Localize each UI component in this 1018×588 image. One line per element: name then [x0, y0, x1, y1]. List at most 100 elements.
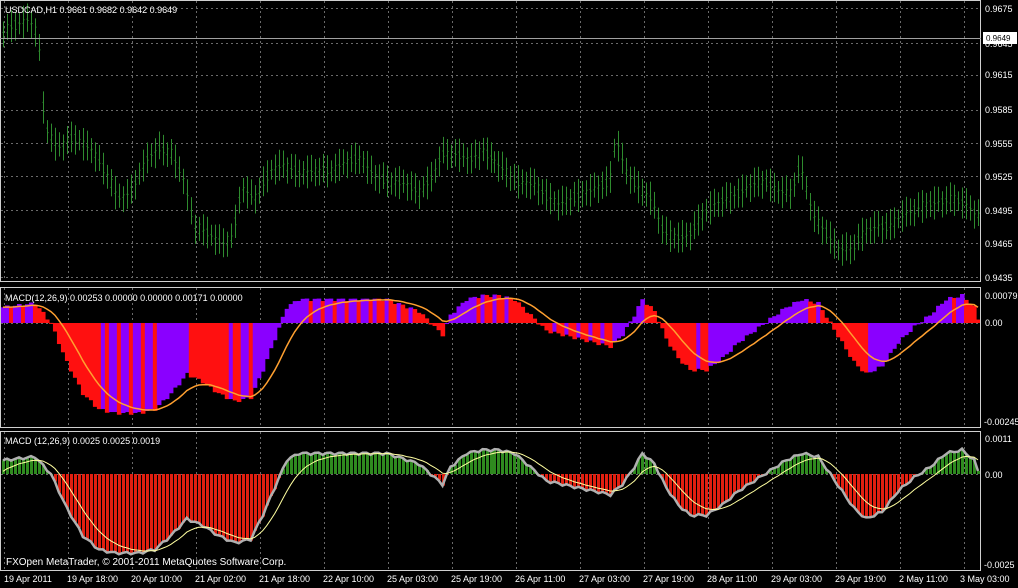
macd1-histogram-bar [596, 323, 601, 346]
macd1-pane-header: MACD(12,26,9) 0.00253 0.00000 0.00000 0.… [5, 293, 243, 303]
macd2-histogram-bar [18, 457, 21, 474]
macd2-histogram-bar [713, 474, 716, 511]
macd2-histogram-bar [797, 455, 800, 474]
macd2-histogram-bar [206, 474, 209, 528]
macd1-histogram-bar [660, 323, 665, 329]
macd2-histogram-bar [805, 452, 808, 474]
macd2-histogram-bar [174, 474, 177, 531]
macd2-histogram-bar [581, 474, 584, 489]
macd1-histogram-bar [324, 298, 330, 323]
macd2-histogram-bar [478, 452, 481, 474]
macd1-histogram-bar [420, 314, 426, 323]
macd2-histogram-bar [410, 460, 413, 474]
chart-window[interactable]: 0.9649 USDCAD,H1 0.9661 0.9682 0.9642 0.… [0, 0, 1018, 588]
macd1-histogram-bar [820, 310, 825, 323]
macd2-histogram-bar [214, 474, 217, 535]
price-tick: 0.9645 [985, 39, 1013, 49]
macd2-histogram-bar [869, 474, 872, 518]
macd1-histogram-bar [628, 321, 633, 323]
macd1-histogram-bar [636, 306, 641, 323]
macd1-histogram-bar [880, 323, 885, 367]
macd1-histogram-bar [428, 323, 434, 325]
macd1-histogram-bar [92, 323, 98, 407]
macd1-histogram-bar [900, 323, 905, 338]
macd2-histogram-bar [350, 452, 353, 474]
time-tick: 3 May 03:00 [960, 574, 1010, 584]
macd1-histogram-bar [764, 323, 769, 324]
macd1-histogram-bar [604, 323, 609, 346]
macd2-histogram-bar [306, 452, 309, 474]
macd2-histogram-bar [182, 474, 185, 523]
price-tick: 0.9615 [985, 70, 1013, 80]
macd1-histogram-bar [652, 311, 657, 323]
macd1-histogram-bar [204, 323, 210, 385]
macd1-histogram-bar [640, 299, 645, 323]
price-tick: 0.9525 [985, 172, 1013, 182]
macd2-histogram-bar [210, 474, 213, 530]
macd2-histogram-bar [222, 474, 225, 537]
time-tick: 28 Apr 11:00 [707, 574, 757, 584]
macd2-histogram-bar [334, 454, 337, 474]
macd1-histogram-bar [56, 323, 62, 345]
macd1-histogram-bar [540, 323, 546, 326]
macd2-histogram-bar [486, 449, 489, 474]
macd1-histogram-bar [252, 323, 258, 388]
macd2-histogram-bar [358, 454, 361, 474]
macd1-histogram-bar [956, 297, 961, 323]
macd2-histogram-bar [945, 454, 948, 474]
macd1-histogram-bar [768, 317, 773, 323]
macd1-histogram-bar [392, 303, 398, 323]
macd2-histogram-bar [685, 474, 688, 511]
macd1-histogram-bar [284, 308, 290, 323]
macd1-histogram-bar [416, 312, 422, 323]
macd1-histogram-bar [648, 306, 653, 323]
macd2-histogram-bar [322, 454, 325, 474]
macd1-histogram-bar [52, 323, 58, 332]
macd1-histogram-bar [192, 323, 198, 378]
macd2-histogram-bar [873, 474, 876, 517]
macd1-histogram-bar [40, 311, 46, 323]
macd1-histogram-bar [544, 323, 550, 331]
macd2-histogram-bar [785, 460, 788, 474]
macd1-histogram-bar [36, 308, 42, 323]
macd2-histogram-bar [705, 474, 708, 517]
time-tick: 27 Apr 19:00 [643, 574, 694, 584]
macd1-histogram-bar [824, 317, 829, 323]
macd1-histogram-bar [500, 298, 506, 323]
macd1-histogram-bar [592, 323, 597, 343]
macd1-histogram-bar [24, 304, 30, 323]
macd1-histogram-bar [144, 323, 150, 411]
macd1-histogram-bar [832, 323, 837, 330]
macd1-histogram-bar [916, 323, 921, 325]
macd2-histogram-bar [118, 474, 121, 555]
macd1-histogram-bar [932, 312, 937, 323]
macd2-histogram-bar [146, 474, 149, 552]
macd1-histogram-bar [532, 318, 538, 323]
macd1-histogram-bar [740, 323, 745, 342]
macd2-histogram-bar [294, 454, 297, 474]
macd1-histogram-bar [624, 323, 629, 328]
macd2-histogram-bar [342, 452, 345, 474]
macd1-histogram-bar [132, 323, 138, 413]
macd2-histogram-bar [470, 451, 473, 474]
macd1-histogram-bar [276, 323, 282, 328]
macd1-histogram-bar [720, 323, 725, 357]
macd1-histogram-bar [736, 323, 741, 343]
macd1-histogram-bar [88, 323, 94, 401]
macd1-tick: -0.00245 [984, 417, 1018, 427]
macd1-histogram-bar [120, 323, 126, 413]
macd2-histogram-bar [677, 474, 680, 505]
macd2-pane-header: MACD (12,26,9) 0.0025 0.0025 0.0019 [5, 436, 160, 446]
macd2-histogram-bar [154, 474, 157, 551]
macd1-histogram-bar [436, 323, 442, 331]
macd1-histogram-bar [748, 323, 753, 334]
macd1-histogram-bar [924, 316, 929, 323]
macd1-histogram-bar [804, 299, 809, 323]
time-tick: 27 Apr 03:00 [579, 574, 630, 584]
macd1-histogram-bar [972, 305, 977, 323]
macd2-histogram-bar [394, 457, 397, 474]
macd2-histogram-bar [170, 474, 173, 536]
macd2-histogram-bar [318, 452, 321, 474]
macd2-histogram-bar [613, 474, 616, 491]
macd1-histogram-bar [412, 309, 418, 323]
